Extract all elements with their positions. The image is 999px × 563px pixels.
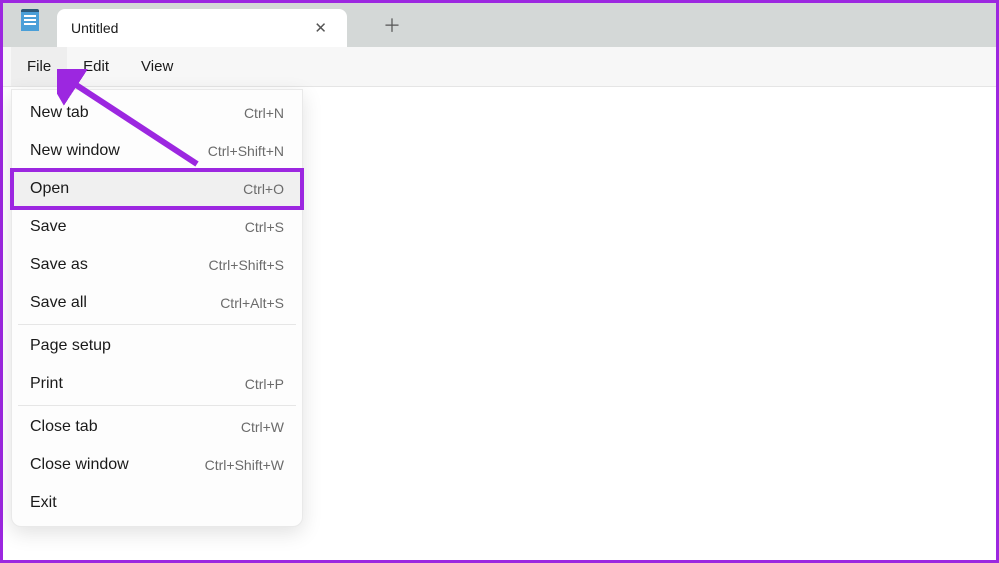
menu-item-shortcut: Ctrl+N bbox=[244, 105, 284, 121]
menu-item-label: Exit bbox=[30, 494, 57, 512]
menu-edit[interactable]: Edit bbox=[67, 47, 125, 86]
menu-item-shortcut: Ctrl+S bbox=[245, 219, 284, 235]
menu-item-exit[interactable]: Exit bbox=[12, 484, 302, 522]
menu-item-save-as[interactable]: Save as Ctrl+Shift+S bbox=[12, 246, 302, 284]
menu-item-label: Page setup bbox=[30, 337, 111, 355]
menu-item-page-setup[interactable]: Page setup bbox=[12, 327, 302, 365]
menu-item-label: Close window bbox=[30, 456, 129, 474]
menu-item-shortcut: Ctrl+P bbox=[245, 376, 284, 392]
menu-item-label: Save as bbox=[30, 256, 88, 274]
menu-item-label: Save bbox=[30, 218, 66, 236]
menu-item-label: Open bbox=[30, 180, 69, 198]
menu-item-label: Print bbox=[30, 375, 63, 393]
menu-item-shortcut: Ctrl+W bbox=[241, 419, 284, 435]
menu-bar: File Edit View bbox=[3, 47, 996, 87]
menu-item-shortcut: Ctrl+Shift+S bbox=[209, 257, 284, 273]
menu-item-label: New window bbox=[30, 142, 120, 160]
menu-file[interactable]: File bbox=[11, 47, 67, 86]
new-tab-button[interactable]: ＋ bbox=[363, 6, 421, 44]
menu-item-shortcut: Ctrl+Shift+W bbox=[205, 457, 284, 473]
menu-item-open[interactable]: Open Ctrl+O bbox=[12, 170, 302, 208]
menu-divider bbox=[18, 324, 296, 325]
menu-item-shortcut: Ctrl+O bbox=[243, 181, 284, 197]
file-menu-dropdown: New tab Ctrl+N New window Ctrl+Shift+N Open C… bbox=[11, 89, 303, 527]
menu-item-new-tab[interactable]: New tab Ctrl+N bbox=[12, 94, 302, 132]
menu-item-new-window[interactable]: New window Ctrl+Shift+N bbox=[12, 132, 302, 170]
menu-item-shortcut: Ctrl+Alt+S bbox=[220, 295, 284, 311]
menu-item-close-tab[interactable]: Close tab Ctrl+W bbox=[12, 408, 302, 446]
title-bar: Untitled ✕ ＋ bbox=[3, 3, 996, 47]
menu-item-label: New tab bbox=[30, 104, 89, 122]
menu-view[interactable]: View bbox=[125, 47, 189, 86]
menu-item-label: Save all bbox=[30, 294, 87, 312]
menu-item-save[interactable]: Save Ctrl+S bbox=[12, 208, 302, 246]
notepad-icon bbox=[21, 9, 39, 31]
menu-item-label: Close tab bbox=[30, 418, 98, 436]
document-tab[interactable]: Untitled ✕ bbox=[57, 9, 347, 47]
menu-item-close-window[interactable]: Close window Ctrl+Shift+W bbox=[12, 446, 302, 484]
tab-title: Untitled bbox=[71, 20, 308, 36]
menu-item-shortcut: Ctrl+Shift+N bbox=[208, 143, 284, 159]
menu-item-save-all[interactable]: Save all Ctrl+Alt+S bbox=[12, 284, 302, 322]
close-tab-icon[interactable]: ✕ bbox=[308, 17, 333, 39]
menu-divider bbox=[18, 405, 296, 406]
menu-item-print[interactable]: Print Ctrl+P bbox=[12, 365, 302, 403]
